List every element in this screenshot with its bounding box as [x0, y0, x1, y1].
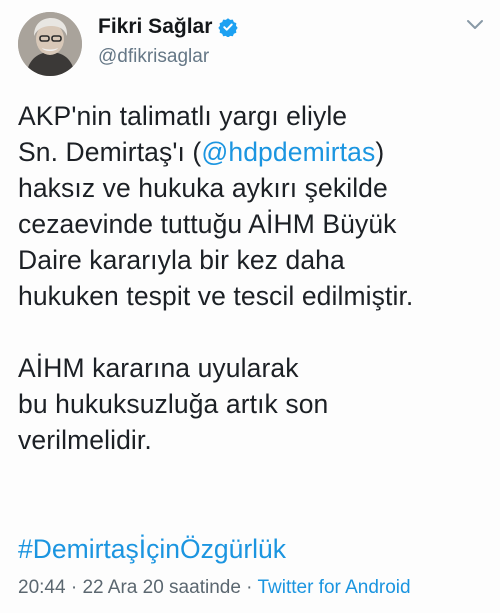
tweet-line: bu hukuksuzluğa artık son — [18, 389, 329, 419]
tweet-date[interactable]: 22 Ara 20 saatinde — [82, 577, 240, 598]
verified-badge-icon — [218, 17, 239, 38]
tweet-line: hukuken tespit ve tescil edilmiştir. — [18, 281, 414, 311]
tweet-meta: 20:44 · 22 Ara 20 saatinde · Twitter for… — [18, 576, 411, 600]
hashtag-link[interactable]: #DemirtaşİçinÖzgürlük — [18, 531, 286, 567]
tweet-paragraph-2: AİHM kararına uyularak bu hukuksuzluğa a… — [18, 350, 488, 458]
display-name-row: Fikri Sağlar — [98, 14, 239, 40]
tweet-line-text: Sn. Demirtaş'ı ( — [18, 137, 202, 167]
chevron-down-icon[interactable] — [466, 18, 484, 32]
tweet-line: Daire kararıyla bir kez daha — [18, 245, 345, 275]
tweet-header: Fikri Sağlar @dfikrisaglar — [18, 12, 488, 78]
display-name[interactable]: Fikri Sağlar — [98, 15, 212, 39]
tweet-source-link[interactable]: Twitter for Android — [257, 577, 410, 598]
tweet-line: haksız ve hukuka aykırı şekilde — [18, 173, 388, 203]
mention-link[interactable]: @hdpdemirtas — [201, 137, 375, 167]
tweet-line: AİHM kararına uyularak — [18, 353, 299, 383]
meta-separator: · — [65, 577, 83, 598]
tweet-line: AKP'nin talimatlı yargı eliyle — [18, 101, 348, 131]
tweet-text: AKP'nin talimatlı yargı eliyle Sn. Demir… — [18, 98, 488, 458]
tweet-line: cezaevinde tuttuğu AİHM Büyük — [18, 209, 397, 239]
avatar[interactable] — [18, 12, 82, 76]
tweet-line: verilmelidir. — [18, 425, 152, 455]
tweet-time[interactable]: 20:44 — [18, 577, 66, 598]
tweet-line-with-mention: Sn. Demirtaş'ı (@hdpdemirtas) — [18, 134, 488, 170]
author-names: Fikri Sağlar @dfikrisaglar — [98, 14, 239, 68]
meta-separator: · — [240, 577, 258, 598]
tweet-line-text: ) — [375, 137, 385, 167]
author-handle[interactable]: @dfikrisaglar — [98, 46, 238, 68]
tweet-paragraph-1: AKP'nin talimatlı yargı eliyle Sn. Demir… — [18, 98, 488, 314]
tweet-card: Fikri Sağlar @dfikrisaglar AKP'nin talim… — [0, 0, 500, 613]
